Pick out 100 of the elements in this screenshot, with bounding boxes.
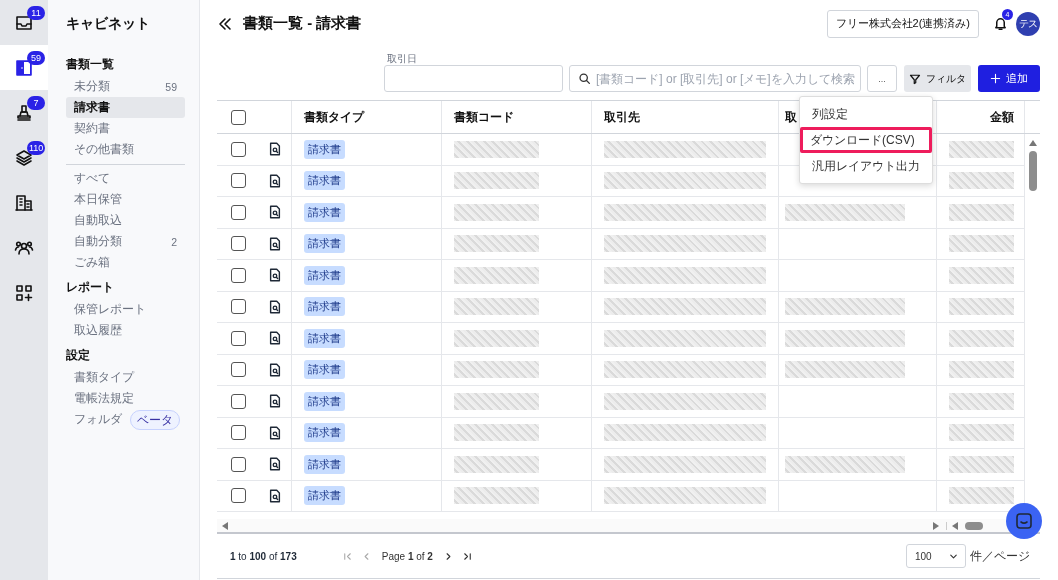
page-indicator: Page 1 of 2 <box>381 550 433 562</box>
company-button[interactable]: フリー株式会社2(連携済み) <box>826 9 979 38</box>
beta-tag: ベータ <box>130 409 180 430</box>
document-preview-icon[interactable] <box>268 299 282 314</box>
row-checkbox[interactable] <box>231 299 246 315</box>
rail-nav-button[interactable]: 110 <box>0 135 48 180</box>
document-type-tag: 請求書 <box>304 423 345 443</box>
sidebar-item[interactable]: 取込履歴 <box>66 320 185 341</box>
section-heading: 書類一覧 <box>66 57 115 72</box>
page-size-label: 件／ページ <box>970 548 1030 564</box>
scrollbar-thumb[interactable] <box>1028 151 1037 191</box>
document-preview-icon[interactable] <box>268 268 282 283</box>
last-page-icon[interactable] <box>461 550 473 562</box>
filter-button[interactable]: フィルタ <box>904 65 971 92</box>
column-header[interactable]: 金額 <box>990 109 1014 125</box>
document-preview-icon[interactable] <box>268 488 282 503</box>
column-header[interactable]: 取引先 <box>604 109 640 125</box>
add-button[interactable]: 追加 <box>978 65 1040 92</box>
rail-nav-button[interactable]: 11 <box>0 0 48 45</box>
document-type-tag: 請求書 <box>304 486 345 506</box>
sidebar-item[interactable]: 請求書 <box>66 97 185 118</box>
document-preview-icon[interactable] <box>268 236 282 251</box>
count-badge: 59 <box>27 51 45 65</box>
sidebar-item[interactable]: 契約書 <box>66 118 185 139</box>
bell-icon[interactable] <box>993 16 1008 31</box>
row-checkbox[interactable] <box>231 456 246 472</box>
scroll-left-icon[interactable] <box>221 521 229 530</box>
apps-icon <box>14 282 34 303</box>
more-button[interactable]: ... <box>867 65 897 92</box>
row-checkbox[interactable] <box>231 173 246 189</box>
field-label: 取引日 <box>387 53 418 64</box>
search-icon <box>578 72 591 85</box>
row-checkbox[interactable] <box>231 236 246 252</box>
menu-item[interactable]: 列設定 <box>802 101 930 127</box>
document-type-tag: 請求書 <box>304 202 345 222</box>
column-header[interactable]: 取 <box>785 109 797 125</box>
sidebar-item[interactable]: 自動分類 2 <box>66 231 185 252</box>
sidebar-item[interactable]: ごみ箱 <box>66 252 185 273</box>
column-header[interactable]: 書類タイプ <box>304 109 364 125</box>
sidebar-item[interactable]: 書類タイプ <box>66 367 185 388</box>
row-checkbox[interactable] <box>231 330 246 346</box>
document-preview-icon[interactable] <box>268 142 282 157</box>
count-badge: 110 <box>27 141 46 155</box>
chat-icon <box>1014 511 1034 531</box>
sidebar-item[interactable]: 電帳法規定 <box>66 388 185 409</box>
sidebar-item[interactable]: 未分類 59 <box>66 76 185 97</box>
document-preview-icon[interactable] <box>268 173 282 188</box>
document-type-tag: 請求書 <box>304 454 345 474</box>
user-avatar[interactable]: テス <box>1016 11 1040 36</box>
document-type-tag: 請求書 <box>304 171 345 191</box>
scroll-left-icon[interactable] <box>951 521 959 530</box>
rail-nav-button[interactable]: 59 <box>0 45 48 90</box>
sidebar-item[interactable]: すべて <box>66 168 185 189</box>
document-preview-icon[interactable] <box>268 331 282 346</box>
scroll-up-icon[interactable] <box>1028 139 1037 147</box>
collapse-icon[interactable] <box>217 15 233 32</box>
row-checkbox[interactable] <box>231 267 246 283</box>
document-preview-icon[interactable] <box>268 362 282 377</box>
date-field[interactable] <box>384 65 563 92</box>
scrollbar-thumb[interactable] <box>965 521 983 530</box>
sidebar-item[interactable]: 本日保管 <box>66 189 185 210</box>
sidebar-item[interactable]: フォルダ ベータ <box>66 409 185 430</box>
column-header[interactable]: 書類コード <box>454 109 514 125</box>
document-preview-icon[interactable] <box>268 457 282 472</box>
sidebar-item[interactable]: その他書類 <box>66 139 185 160</box>
sidebar-item[interactable]: 保管レポート <box>66 299 185 320</box>
document-type-tag: 請求書 <box>304 265 345 285</box>
rail-nav-button[interactable]: 7 <box>0 90 48 135</box>
row-checkbox[interactable] <box>231 204 246 220</box>
document-type-tag: 請求書 <box>304 328 345 348</box>
count-badge: 7 <box>27 96 45 110</box>
page-size-select[interactable]: 100 <box>906 544 966 568</box>
sidebar-title: キャビネット <box>66 14 151 33</box>
section-heading: レポート <box>66 280 115 295</box>
plus-icon <box>990 73 1001 84</box>
menu-item[interactable]: 汎用レイアウト出力 <box>802 153 930 179</box>
stamp-icon <box>14 102 34 123</box>
section-heading: 設定 <box>66 347 91 363</box>
sidebar-item[interactable]: 自動取込 <box>66 210 185 231</box>
row-checkbox[interactable] <box>231 488 246 504</box>
chat-button[interactable] <box>1006 503 1042 539</box>
search-field[interactable]: [書類コード] or [取引先] or [メモ]を入力して検索 <box>569 65 861 92</box>
document-preview-icon[interactable] <box>268 394 282 409</box>
row-checkbox[interactable] <box>231 141 246 157</box>
document-type-tag: 請求書 <box>304 139 345 159</box>
row-checkbox[interactable] <box>231 393 246 409</box>
document-type-tag: 請求書 <box>304 391 345 411</box>
menu-item[interactable]: ダウンロード(CSV) <box>800 127 932 153</box>
document-type-tag: 請求書 <box>304 360 345 380</box>
row-checkbox[interactable] <box>231 362 246 378</box>
select-all-checkbox[interactable] <box>231 109 246 125</box>
document-preview-icon[interactable] <box>268 425 282 440</box>
page-title: 書類一覧 - 請求書 <box>243 14 362 33</box>
document-type-tag: 請求書 <box>304 234 345 254</box>
document-type-tag: 請求書 <box>304 297 345 317</box>
document-preview-icon[interactable] <box>268 205 282 220</box>
building-icon <box>14 192 34 213</box>
filter-icon <box>909 72 921 85</box>
scroll-right-icon[interactable] <box>932 521 940 530</box>
row-checkbox[interactable] <box>231 425 246 441</box>
